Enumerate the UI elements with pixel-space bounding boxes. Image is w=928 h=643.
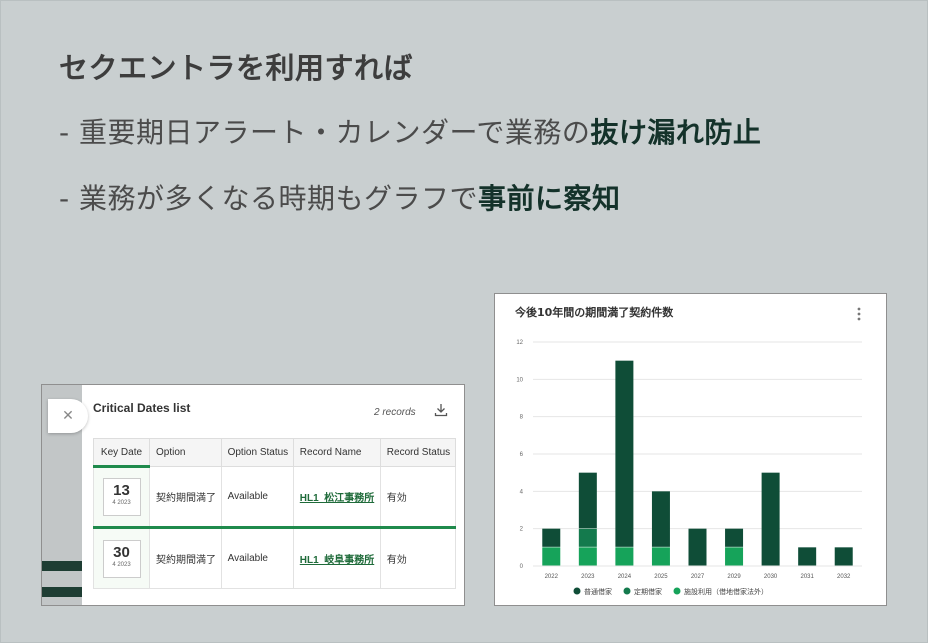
table-row: 30 4 2023 契約期間満了 Available HL1_岐阜事務所 有効: [93, 526, 457, 589]
date-badge: 13 4 2023: [102, 478, 141, 516]
bar-segment: [615, 360, 634, 547]
bullet-alerts-text: - 重要期日アラート・カレンダーで業務の: [59, 116, 591, 149]
x-tick-label: 2024: [618, 574, 632, 580]
x-tick-label: 2025: [654, 574, 668, 580]
x-tick-label: 2030: [764, 574, 778, 580]
x-tick-label: 2032: [837, 574, 851, 580]
date-day: 30: [113, 543, 130, 561]
option-cell: 契約期間満了: [149, 466, 222, 528]
x-tick-label: 2022: [545, 574, 559, 580]
x-tick-label: 2029: [727, 574, 741, 580]
record-name-cell: HL1_岐阜事務所: [292, 526, 381, 589]
bar-segment: [578, 547, 597, 566]
y-tick-label: 2: [520, 527, 524, 533]
bullet-graph-emphasis: 事前に察知: [478, 182, 621, 215]
legend-label: 定期借家: [634, 587, 662, 596]
bar-segment: [761, 472, 780, 566]
date-badge: 30 4 2023: [102, 539, 141, 578]
bar-segment: [834, 547, 853, 566]
legend-swatch: [673, 587, 681, 595]
table-row: 13 4 2023 契約期間満了 Available HL1_松江事務所 有効: [93, 466, 457, 528]
y-tick-label: 10: [516, 377, 523, 383]
legend-label: 普通借家: [584, 587, 612, 596]
background-row-bar: [42, 587, 82, 597]
column-header-option-status[interactable]: Option Status: [220, 438, 294, 467]
option-status-cell: Available: [220, 526, 294, 589]
close-icon: ✕: [62, 408, 74, 424]
option-status-cell: Available: [220, 466, 294, 528]
critical-dates-table: Key Date Option Option Status Record Nam…: [93, 438, 457, 589]
record-status-cell: 有効: [379, 526, 457, 589]
bar-segment: [542, 528, 561, 547]
bar-segment: [651, 491, 670, 547]
table-header-row: Key Date Option Option Status Record Nam…: [93, 438, 457, 468]
column-header-option[interactable]: Option: [149, 438, 222, 467]
headline: セクエントラを利用すれば: [59, 51, 414, 85]
bar-segment: [725, 547, 744, 566]
column-header-key-date[interactable]: Key Date: [93, 438, 150, 468]
bar-segment: [798, 547, 817, 566]
bar-segment: [688, 528, 707, 566]
date-month-year: 4 2023: [112, 500, 131, 506]
x-tick-label: 2023: [581, 574, 595, 580]
bullet-alerts-emphasis: 抜け漏れ防止: [590, 116, 762, 149]
key-date-cell: 13 4 2023: [93, 466, 150, 528]
stacked-bar-chart: 0 2 4 6 8 10 12 2022 2023 2024 2025 2027 2029 2030 203…: [516, 340, 862, 596]
bar-segment: [542, 547, 561, 566]
record-name-link[interactable]: HL1_岐阜事務所: [300, 555, 374, 566]
slide: セクエントラを利用すれば - 重要期日アラート・カレンダーで業務の抜け漏れ防止 …: [0, 0, 928, 643]
close-button[interactable]: ✕: [48, 399, 88, 433]
chart-panel: 今後10年間の期間満了契約件数 0 2 4 6 8 10 12 2022 2023 2024 202…: [494, 293, 887, 606]
y-tick-label: 6: [520, 452, 524, 458]
bar-segment: [615, 547, 634, 566]
y-tick-label: 0: [520, 564, 524, 570]
key-date-cell: 30 4 2023: [93, 526, 150, 589]
y-tick-label: 4: [520, 489, 524, 495]
background-row-bar: [42, 561, 82, 571]
record-name-link[interactable]: HL1_松江事務所: [300, 493, 374, 504]
y-tick-label: 8: [520, 415, 524, 421]
date-day: 13: [113, 482, 130, 499]
bullet-graph: - 業務が多くなる時期もグラフで事前に察知: [59, 177, 621, 217]
column-header-record-status[interactable]: Record Status: [379, 438, 457, 467]
bullet-alerts: - 重要期日アラート・カレンダーで業務の抜け漏れ防止: [59, 111, 761, 151]
legend-label: 施設利用（借地借家法外）: [684, 587, 768, 596]
download-icon[interactable]: [434, 403, 448, 417]
x-tick-label: 2031: [800, 574, 814, 580]
bar-segment: [578, 472, 597, 529]
bar-segment: [578, 528, 597, 547]
y-tick-label: 12: [516, 340, 523, 346]
bullet-graph-text: - 業務が多くなる時期もグラフで: [59, 182, 479, 215]
record-count: 2 records: [374, 407, 416, 418]
option-cell: 契約期間満了: [149, 526, 222, 589]
column-header-record-name[interactable]: Record Name: [292, 438, 381, 467]
record-status-cell: 有効: [379, 466, 457, 528]
bar-segment: [725, 528, 744, 547]
legend-swatch: [573, 587, 581, 595]
critical-dates-panel: ✕ Critical Dates list 2 records Key Date…: [41, 384, 465, 606]
x-tick-label: 2027: [691, 574, 705, 580]
panel-title: Critical Dates list: [93, 401, 191, 415]
record-name-cell: HL1_松江事務所: [292, 466, 381, 528]
legend-swatch: [623, 587, 631, 595]
bar-segment: [651, 547, 670, 566]
date-month-year: 4 2023: [112, 561, 131, 568]
